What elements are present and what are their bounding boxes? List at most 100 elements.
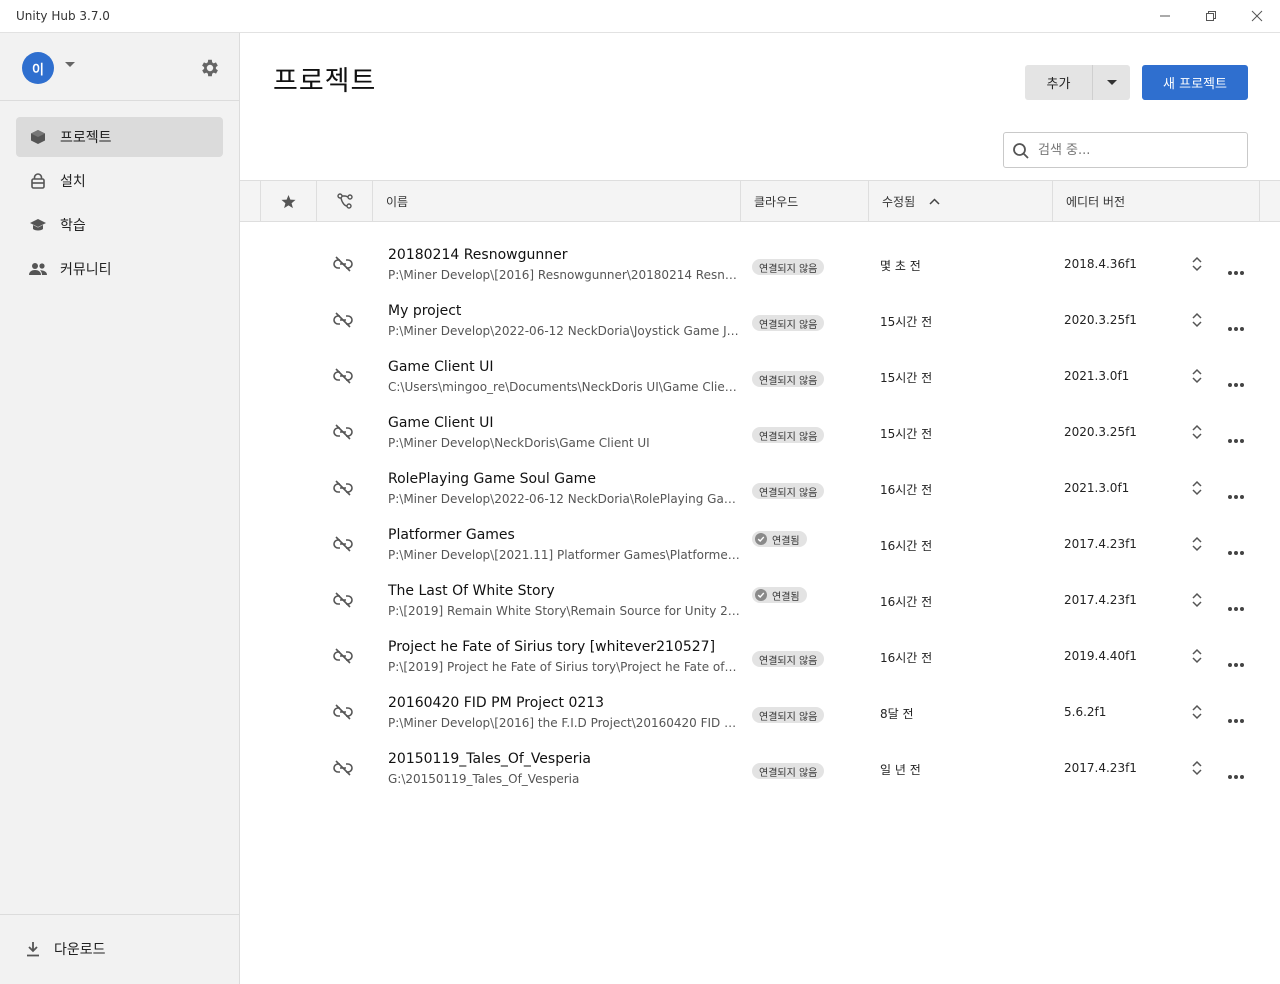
cloud-link-button[interactable]: [333, 760, 353, 780]
table-row[interactable]: Platformer Games P:\Miner Develop\[2021.1…: [240, 516, 1280, 572]
cloud-status-badge: 연결됨: [752, 531, 807, 547]
cloud-status-label: 연결되지 않음: [759, 263, 818, 275]
editor-version-select[interactable]: [1191, 424, 1203, 444]
more-options-button[interactable]: [1227, 541, 1245, 560]
more-options-button[interactable]: [1227, 765, 1245, 784]
project-name: Platformer Games: [388, 527, 515, 543]
sidebar-item-learn[interactable]: 학습: [16, 205, 223, 245]
name-column-header[interactable]: 이름: [372, 181, 740, 221]
more-options-button[interactable]: [1227, 485, 1245, 504]
new-project-button[interactable]: 새 프로젝트: [1142, 65, 1248, 100]
cloud-link-button[interactable]: [333, 424, 353, 444]
table-row[interactable]: Project he Fate of Sirius tory [whitever…: [240, 628, 1280, 684]
editor-version-select[interactable]: [1191, 256, 1203, 276]
editor-version-select[interactable]: [1191, 648, 1203, 668]
chevron-down-icon[interactable]: [64, 61, 76, 69]
cloud-status-badge: 연결되지 않음: [752, 483, 825, 499]
gear-icon[interactable]: [199, 57, 221, 79]
cloud-link-button[interactable]: [333, 256, 353, 276]
table-row[interactable]: 20160420 FID PM Project 0213 P:\Miner Dev…: [240, 684, 1280, 740]
more-options-icon: [1228, 271, 1244, 275]
more-options-button[interactable]: [1227, 317, 1245, 336]
modified-time: 16시간 전: [880, 595, 933, 609]
editor-version-select[interactable]: [1191, 592, 1203, 612]
editor-version-select[interactable]: [1191, 704, 1203, 724]
editor-version-select[interactable]: [1191, 312, 1203, 332]
project-path: P:\Miner Develop\[2016] the F.I.D Projec…: [388, 716, 740, 730]
close-button[interactable]: [1234, 0, 1280, 32]
add-dropdown-button[interactable]: [1093, 65, 1130, 100]
cloud-status-label: 연결되지 않음: [759, 711, 818, 723]
editor-version: 2020.3.25f1: [1064, 425, 1137, 439]
cloud-column-header[interactable]: 클라우드: [740, 181, 868, 221]
cloud-link-column-header[interactable]: [316, 181, 372, 221]
sidebar-item-label: 프로젝트: [60, 130, 112, 146]
project-name: The Last Of White Story: [388, 583, 555, 599]
cloud-status-badge: 연결되지 않음: [752, 259, 825, 275]
more-options-button[interactable]: [1227, 709, 1245, 728]
search-input[interactable]: [1038, 139, 1238, 161]
cloud-link-button[interactable]: [333, 368, 353, 388]
editor-version-select[interactable]: [1191, 480, 1203, 500]
editor-version-select[interactable]: [1191, 760, 1203, 780]
sidebar-item-installs[interactable]: 설치: [16, 161, 223, 201]
table-row[interactable]: Game Client UI C:\Users\mingoo_re\Documen…: [240, 348, 1280, 404]
cloud-link-button[interactable]: [333, 648, 353, 668]
project-name: 20150119_Tales_Of_Vesperia: [388, 751, 591, 767]
unlinked-icon: [333, 760, 353, 776]
project-path: P:\Miner Develop\NeckDoris\Game Client U…: [388, 436, 650, 450]
more-options-button[interactable]: [1227, 261, 1245, 280]
sidebar-item-label: 설치: [60, 174, 86, 190]
cloud-link-button[interactable]: [333, 592, 353, 612]
more-options-icon: [1228, 495, 1244, 499]
check-icon: [755, 533, 767, 545]
modified-column-header[interactable]: 수정됨: [868, 181, 1052, 221]
more-options-button[interactable]: [1227, 597, 1245, 616]
unlinked-icon: [333, 536, 353, 552]
more-options-button[interactable]: [1227, 373, 1245, 392]
table-row[interactable]: The Last Of White Story P:\[2019] Remain …: [240, 572, 1280, 628]
unlinked-icon: [333, 256, 353, 272]
more-options-button[interactable]: [1227, 429, 1245, 448]
restore-button[interactable]: [1188, 0, 1234, 32]
modified-time: 15시간 전: [880, 315, 933, 329]
table-row[interactable]: My project P:\Miner Develop\2022-06-12 Ne…: [240, 292, 1280, 348]
cloud-status-label: 연결되지 않음: [759, 375, 818, 387]
minimize-button[interactable]: [1142, 0, 1188, 32]
cloud-link-button[interactable]: [333, 480, 353, 500]
editor-version-select[interactable]: [1191, 368, 1203, 388]
chevron-up-down-icon: [1192, 760, 1202, 776]
table-row[interactable]: 20180214 Resnowgunner P:\Miner Develop\[2…: [240, 236, 1280, 292]
modified-column-label: 수정됨: [882, 194, 916, 209]
cloud-status-badge: 연결되지 않음: [752, 315, 825, 331]
project-name: RolePlaying Game Soul Game: [388, 471, 596, 487]
editor-version-select[interactable]: [1191, 536, 1203, 556]
cloud-status-label: 연결됨: [772, 591, 800, 603]
modified-time: 16시간 전: [880, 483, 933, 497]
avatar[interactable]: 이: [22, 52, 54, 84]
unlinked-icon: [333, 592, 353, 608]
unlinked-icon: [333, 704, 353, 720]
more-options-icon: [1228, 719, 1244, 723]
cloud-link-button[interactable]: [333, 312, 353, 332]
editor-version-column-header[interactable]: 에디터 버전: [1052, 181, 1260, 221]
downloads-button[interactable]: 다운로드: [26, 939, 106, 959]
table-row[interactable]: 20150119_Tales_Of_Vesperia G:\20150119_Ta…: [240, 740, 1280, 796]
main-panel: 프로젝트 추가 새 프로젝트 이름 클라우드 수정됨 에디터 버전 201802…: [240, 33, 1280, 984]
project-path: P:\Miner Develop\2022-06-12 NeckDoria\Ro…: [388, 492, 740, 506]
sidebar-item-projects[interactable]: 프로젝트: [16, 117, 223, 157]
unlinked-icon: [333, 368, 353, 384]
add-button[interactable]: 추가: [1025, 65, 1093, 100]
title-bar: Unity Hub 3.7.0: [0, 0, 1280, 33]
cube-icon: [31, 130, 45, 144]
more-options-icon: [1228, 439, 1244, 443]
cloud-link-button[interactable]: [333, 536, 353, 556]
more-options-button[interactable]: [1227, 653, 1245, 672]
table-row[interactable]: Game Client UI P:\Miner Develop\NeckDoris…: [240, 404, 1280, 460]
sidebar-item-community[interactable]: 커뮤니티: [16, 249, 223, 289]
sidebar: 이 프로젝트 설치 학습 커뮤니티 다운로드: [0, 33, 240, 984]
people-icon: [29, 263, 47, 275]
favorite-column-header[interactable]: [260, 181, 316, 221]
cloud-link-button[interactable]: [333, 704, 353, 724]
table-row[interactable]: RolePlaying Game Soul Game P:\Miner Devel…: [240, 460, 1280, 516]
